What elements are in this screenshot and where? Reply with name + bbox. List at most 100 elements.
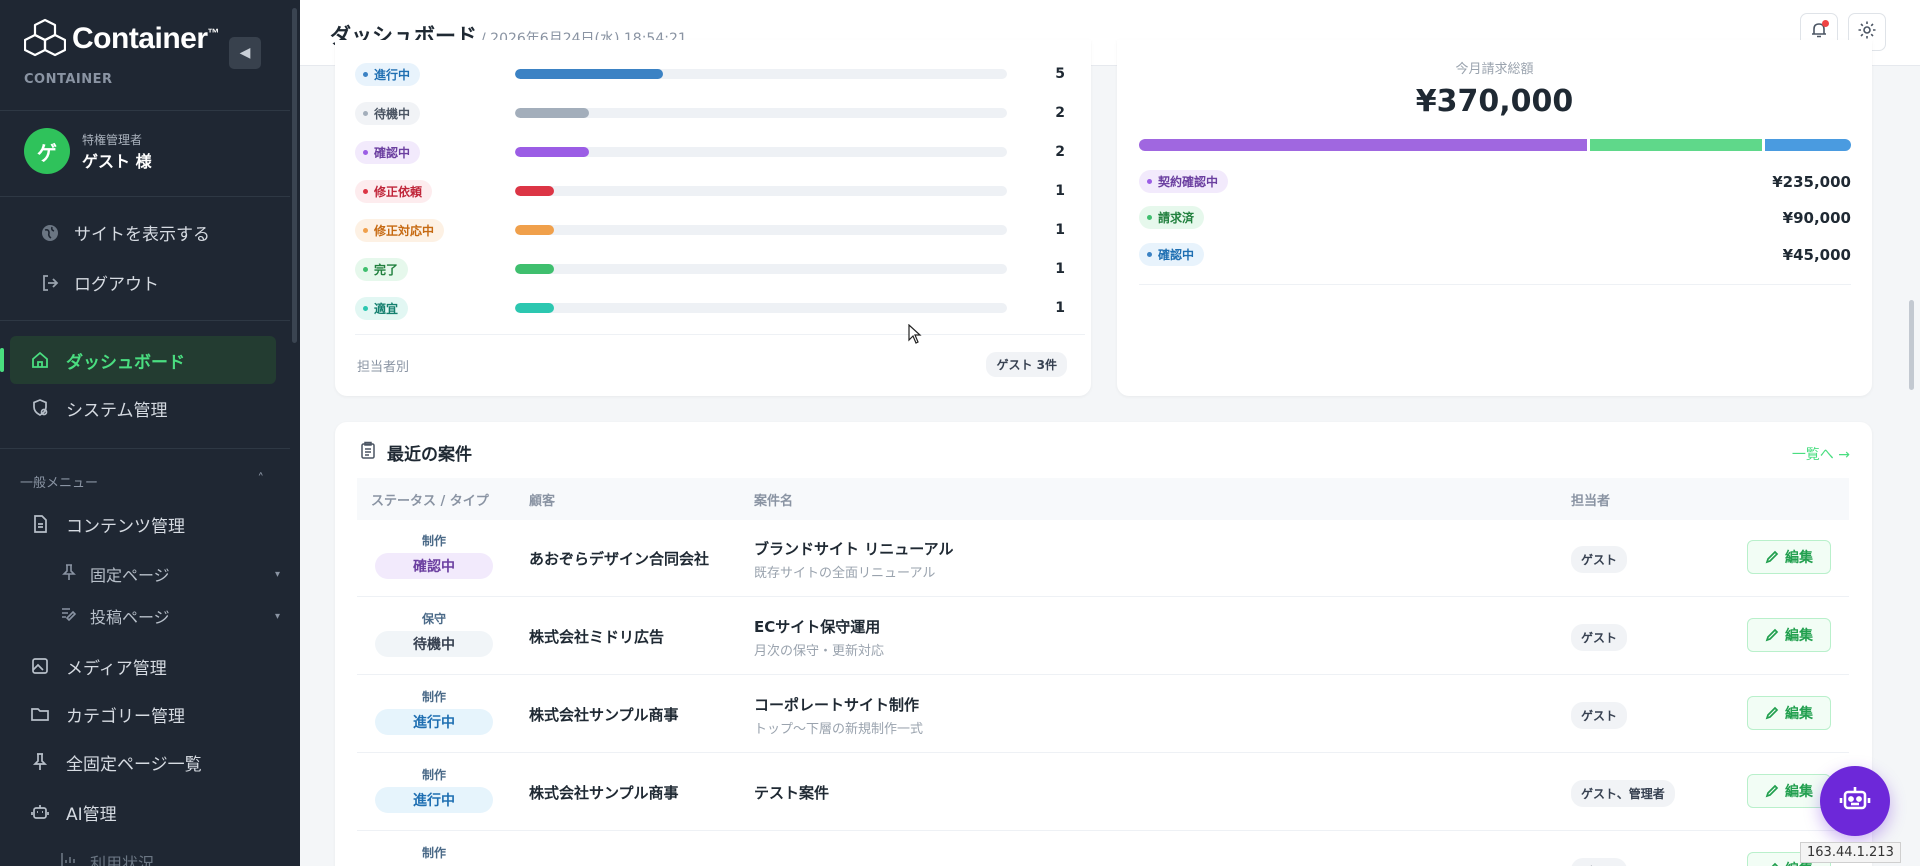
status-label: 待機中 (374, 106, 411, 121)
billing-row: 確認中 ¥45,000 (1139, 243, 1851, 266)
shield-gear-icon (30, 398, 50, 418)
status-dot (1147, 215, 1152, 220)
case-name[interactable]: テスト案件 (754, 782, 829, 803)
edit-button[interactable]: 編集 (1747, 540, 1831, 574)
nav-fixed-pages-label: 固定ページ (90, 566, 170, 585)
billing-amount: ¥235,000 (1772, 172, 1851, 191)
status-pill[interactable]: 確認中 (355, 140, 421, 164)
pencil-icon (1771, 862, 1779, 866)
nav-ai-label: AI管理 (66, 804, 117, 825)
status-row: 適宜 1 (355, 296, 1065, 320)
status-bar-fill (515, 186, 555, 196)
header-assignee[interactable]: 担当者 (1571, 490, 1610, 509)
view-all-link[interactable]: 一覧へ → (1792, 444, 1850, 464)
table-row[interactable]: 保守 待機中 株式会社ミドリ広告 ECサイト保守運用 月次の保守・更新対応 ゲスト 編集 (357, 598, 1849, 675)
status-pill[interactable]: 完了 (355, 257, 409, 281)
status-bar-track (515, 303, 1007, 313)
client-name[interactable]: 株式会社ミドリ広告 (529, 626, 664, 647)
nav-media[interactable]: メディア管理 (10, 642, 276, 690)
brand-logo[interactable]: Container™ (24, 18, 219, 60)
nav-dashboard[interactable]: ダッシュボード (10, 336, 276, 384)
nav-media-label: メディア管理 (66, 658, 167, 679)
divider (0, 110, 290, 111)
edit-button[interactable]: 編集 (1747, 774, 1831, 808)
clipboard-icon (359, 441, 377, 464)
status-pill[interactable]: 修正依頼 (355, 179, 433, 203)
avatar: ゲ (24, 128, 70, 174)
table-row[interactable]: 制作 進行中 株式会社サンプル商事 テスト案件 ゲスト、管理者 編集 (357, 754, 1849, 831)
status-label: 進行中 (374, 67, 411, 82)
user-name: ゲスト 様 (82, 151, 152, 171)
client-name[interactable]: 株式会社サンプル商事 (529, 704, 679, 725)
nav-all-fixed-pages[interactable]: 全固定ページ一覧 (10, 738, 276, 786)
divider (1139, 284, 1851, 285)
sidebar-collapse-button[interactable]: ◀ (229, 37, 261, 69)
nav-category-label: カテゴリー管理 (66, 706, 185, 727)
case-status-pill: 確認中 (375, 553, 493, 579)
status-bar-fill (515, 108, 589, 118)
nav-all-fixed-label: 全固定ページ一覧 (66, 754, 202, 775)
client-name[interactable]: 株式会社サンプル商事 (529, 782, 679, 803)
user-role: 特権管理者 (82, 132, 143, 147)
edit-list-icon (60, 605, 78, 627)
nav-fixed-pages[interactable]: 固定ページ ▾ (60, 562, 280, 586)
case-description: 月次の保守・更新対応 (754, 644, 885, 659)
status-dot (363, 227, 368, 233)
status-pill[interactable]: 適宜 (355, 296, 409, 320)
status-dot (363, 149, 368, 155)
case-name[interactable]: ECサイト保守運用 (754, 616, 880, 637)
sidebar-scrollbar[interactable] (292, 8, 297, 343)
assignee-chip: ゲスト (1571, 858, 1628, 866)
client-name[interactable]: あおぞらデザイン合同会社 (529, 548, 709, 569)
case-name[interactable]: コーポレートサイト制作 (754, 694, 919, 715)
billing-amount: ¥90,000 (1782, 208, 1851, 227)
table-row[interactable]: 制作 進行中 株式会社サンプル商事 コーポレートサイト制作 トップ〜下層の新規制作一式 ゲ… (357, 676, 1849, 753)
section-general-menu[interactable]: 一般メニュー ˄ (20, 472, 264, 491)
pin-icon (30, 752, 50, 772)
sidebar: Container™ CONTAINER ◀ ゲ 特権管理者 ゲスト 様 サイト… (0, 0, 300, 866)
nav-contents[interactable]: コンテンツ管理 (10, 500, 276, 548)
billing-segment (1764, 139, 1851, 151)
case-type: 制作 (421, 846, 446, 860)
status-row: 完了 1 (355, 257, 1065, 281)
nav-usage[interactable]: 利用状況 (60, 850, 280, 866)
case-type: 制作 (421, 690, 446, 704)
billing-status-pill[interactable]: 請求済 (1139, 206, 1205, 229)
status-pill[interactable]: 進行中 (355, 62, 421, 86)
nav-posts[interactable]: 投稿ページ ▾ (60, 604, 280, 628)
edit-button[interactable]: 編集 (1747, 618, 1831, 652)
main-scrollbar[interactable] (1909, 300, 1914, 390)
logout-link[interactable]: ログアウト (40, 270, 159, 295)
table-row[interactable]: 制作ゲスト編集 (357, 832, 1849, 866)
header-case[interactable]: 案件名 (754, 490, 793, 509)
view-site-link[interactable]: サイトを表示する (40, 220, 210, 245)
table-header: ステータス / タイプ 顧客 案件名 担当者 (357, 478, 1849, 520)
billing-status-label: 請求済 (1158, 211, 1195, 225)
status-bar-fill (515, 147, 589, 157)
status-pill[interactable]: 修正対応中 (355, 218, 445, 242)
status-pill[interactable]: 待機中 (355, 101, 421, 125)
nav-ai[interactable]: AI管理 (10, 788, 276, 836)
billing-status-pill[interactable]: 確認中 (1139, 243, 1205, 266)
header-status[interactable]: ステータス / タイプ (371, 490, 489, 509)
case-name[interactable]: ブランドサイト リニューアル (754, 538, 953, 559)
edit-label: 編集 (1785, 550, 1813, 566)
bar-chart-icon (60, 851, 78, 866)
assignee-chip: ゲスト (1571, 702, 1628, 729)
divider (0, 196, 290, 197)
nav-category[interactable]: カテゴリー管理 (10, 690, 276, 738)
nav-system[interactable]: システム管理 (10, 384, 276, 432)
edit-label: 編集 (1785, 628, 1813, 644)
case-description: 既存サイトの全面リニューアル (754, 566, 936, 581)
triangle-left-icon: ◀ (239, 45, 251, 61)
assignee-count-chip[interactable]: ゲスト 3件 (986, 352, 1067, 377)
table-row[interactable]: 制作 確認中 あおぞらデザイン合同会社 ブランドサイト リニューアル 既存サイトの全面リ… (357, 520, 1849, 597)
edit-button[interactable]: 編集 (1747, 696, 1831, 730)
pencil-icon (1765, 550, 1779, 564)
header-client[interactable]: 顧客 (529, 490, 555, 509)
billing-status-pill[interactable]: 契約確認中 (1139, 170, 1229, 193)
ai-assistant-button[interactable] (1820, 766, 1890, 836)
user-profile[interactable]: ゲ 特権管理者 ゲスト 様 (24, 128, 152, 174)
recent-cases-title: 最近の案件 (359, 440, 472, 465)
brand-subtitle: CONTAINER (24, 72, 113, 87)
